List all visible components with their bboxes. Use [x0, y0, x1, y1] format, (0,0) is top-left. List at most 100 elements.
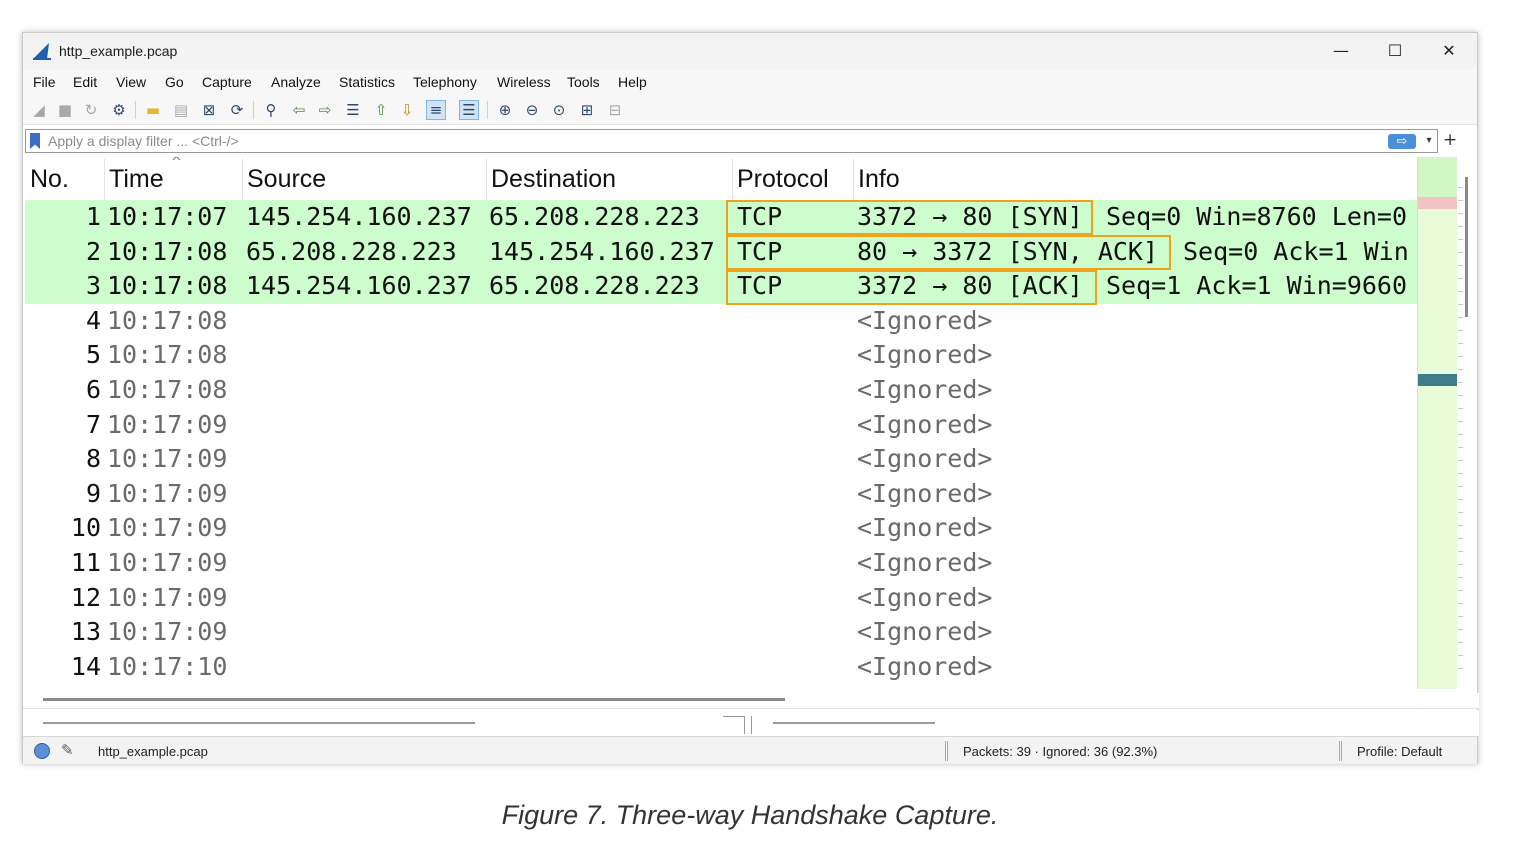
go-to-packet-icon[interactable]: ☰	[343, 100, 363, 120]
packet-row[interactable]: 4 10:17:08 <Ignored>	[25, 304, 1417, 339]
packet-time: 10:17:10	[107, 651, 228, 681]
shark-fin-start-icon[interactable]: ◢	[29, 100, 49, 120]
display-filter-input[interactable]	[48, 131, 1378, 151]
find-icon[interactable]: ⚲	[261, 100, 281, 120]
menu-capture[interactable]: Capture	[202, 74, 252, 90]
zoom-out-icon[interactable]: ⊖	[522, 100, 542, 120]
packet-info-flags: <Ignored>	[857, 375, 993, 404]
restart-icon[interactable]: ↻	[81, 100, 101, 120]
filter-dropdown-icon[interactable]: ▾	[1422, 131, 1436, 151]
autoscroll-icon[interactable]: ≡	[426, 100, 446, 120]
horizontal-scrollbar-thumb[interactable]	[43, 698, 785, 701]
packet-no: 13	[70, 617, 101, 647]
packet-info-details: Seq=1 Ack=1 Win=9660	[1106, 271, 1408, 301]
bytes-pane-divider[interactable]	[773, 722, 935, 724]
packet-time: 10:17:09	[107, 444, 228, 474]
menu-bar: File Edit View Go Capture Analyze Statis…	[23, 69, 1477, 95]
menu-edit[interactable]: Edit	[73, 74, 97, 90]
resize-columns-icon[interactable]: ⊞	[577, 100, 597, 120]
zoom-in-icon[interactable]: ⊕	[495, 100, 515, 120]
packet-row[interactable]: 11 10:17:09 <Ignored>	[25, 546, 1417, 581]
colorize-icon[interactable]: ☰	[459, 100, 479, 120]
first-packet-icon[interactable]: ⇧	[371, 100, 391, 120]
stop-icon[interactable]: ■	[55, 100, 75, 120]
menu-wireless[interactable]: Wireless	[497, 74, 551, 90]
packet-time: 10:17:09	[107, 548, 228, 577]
packet-no: 7	[85, 409, 101, 439]
back-arrow-icon[interactable]: ⇦	[289, 100, 309, 120]
packet-row[interactable]: 13 10:17:09 <Ignored>	[25, 615, 1417, 650]
column-header-protocol[interactable]: Protocol	[737, 165, 829, 194]
packet-no: 11	[70, 548, 101, 577]
apply-filter-icon[interactable]: ⇨	[1388, 134, 1416, 149]
pane-splitter[interactable]	[723, 716, 745, 734]
packet-row[interactable]: 9 10:17:09 <Ignored>	[25, 477, 1417, 512]
menu-telephony[interactable]: Telephony	[413, 74, 477, 90]
figure-caption: Figure 7. Three-way Handshake Capture.	[501, 800, 999, 830]
column-header-no[interactable]: No.	[30, 165, 69, 194]
packet-destination: 65.208.228.223	[489, 202, 700, 231]
packet-info-flags: 3372 → 80 [SYN]	[857, 202, 1083, 231]
vertical-scrollbar[interactable]	[1457, 157, 1477, 689]
packet-row[interactable]: 5 10:17:08 <Ignored>	[25, 338, 1417, 373]
layout-icon[interactable]: ⊟	[605, 100, 625, 120]
column-header-info[interactable]: Info	[858, 165, 900, 194]
close-file-icon[interactable]: ⊠	[199, 100, 219, 120]
packet-row[interactable]: 6 10:17:08 <Ignored>	[25, 373, 1417, 408]
vertical-scrollbar-thumb[interactable]	[1465, 177, 1468, 317]
save-icon[interactable]: ▤	[171, 100, 191, 120]
packet-row[interactable]: 2 10:17:08 65.208.228.223 145.254.160.237 TC…	[25, 234, 1417, 270]
menu-analyze[interactable]: Analyze	[271, 74, 321, 90]
details-pane-divider[interactable]	[43, 722, 475, 724]
column-header-source[interactable]: Source	[247, 165, 326, 194]
packet-row[interactable]: 10 10:17:09 <Ignored>	[25, 511, 1417, 546]
open-folder-icon[interactable]: ▬	[143, 100, 163, 120]
pane-splitter-right[interactable]	[751, 716, 773, 734]
last-packet-icon[interactable]: ⇩	[397, 100, 417, 120]
packet-destination: 65.208.228.223	[489, 271, 700, 301]
horizontal-scroll-area[interactable]	[23, 693, 1479, 709]
packet-row[interactable]: 7 10:17:09 <Ignored>	[25, 408, 1417, 443]
packet-time: 10:17:09	[107, 409, 228, 439]
packet-info-flags: <Ignored>	[857, 513, 993, 543]
status-profile[interactable]: Profile: Default	[1357, 744, 1442, 759]
capture-options-icon[interactable]: ⚙	[109, 100, 129, 120]
minimize-button[interactable]: —	[1326, 39, 1356, 63]
packet-no: 1	[85, 202, 101, 231]
menu-file[interactable]: File	[33, 74, 56, 90]
packet-protocol: TCP	[737, 271, 783, 301]
menu-view[interactable]: View	[116, 74, 146, 90]
bookmark-icon[interactable]	[30, 133, 40, 149]
column-header-time[interactable]: Time	[109, 165, 164, 194]
column-header-destination[interactable]: Destination	[491, 165, 616, 194]
packet-source: 65.208.228.223	[246, 236, 457, 266]
reload-icon[interactable]: ⟳	[227, 100, 247, 120]
menu-go[interactable]: Go	[165, 74, 184, 90]
packet-info-flags: 80 → 3372 [SYN, ACK]	[857, 236, 1159, 266]
add-filter-button-icon[interactable]: +	[1443, 130, 1457, 150]
zoom-reset-icon[interactable]: ⊙	[549, 100, 569, 120]
packet-no: 5	[85, 340, 101, 370]
title-bar[interactable]: http_example.pcap — ☐ ✕	[23, 33, 1477, 69]
maximize-button[interactable]: ☐	[1380, 39, 1410, 63]
packet-minimap[interactable]	[1417, 157, 1458, 689]
packet-time: 10:17:07	[107, 202, 228, 231]
packet-info-flags: 3372 → 80 [ACK]	[857, 271, 1083, 301]
edit-comment-icon[interactable]: ✎	[61, 741, 74, 759]
menu-help[interactable]: Help	[618, 74, 647, 90]
packet-time: 10:17:08	[107, 375, 228, 404]
packet-row[interactable]: 12 10:17:09 <Ignored>	[25, 581, 1417, 616]
menu-statistics[interactable]: Statistics	[339, 74, 395, 90]
packet-row[interactable]: 14 10:17:10 <Ignored>	[25, 650, 1417, 685]
forward-arrow-icon[interactable]: ⇨	[315, 100, 335, 120]
packet-row[interactable]: 3 10:17:08 145.254.160.237 65.208.228.223 TC…	[25, 269, 1417, 305]
packet-source: 145.254.160.237	[246, 202, 472, 231]
minimap-current-position	[1418, 374, 1458, 386]
window-title: http_example.pcap	[59, 43, 178, 59]
packet-row[interactable]: 1 10:17:07 145.254.160.237 65.208.228.223 TC…	[25, 200, 1417, 235]
menu-tools[interactable]: Tools	[567, 74, 600, 90]
close-button[interactable]: ✕	[1434, 39, 1464, 63]
packet-list[interactable]: ^ No. Time Source Destination Protocol I…	[25, 157, 1417, 689]
expert-info-icon[interactable]	[34, 743, 50, 759]
packet-row[interactable]: 8 10:17:09 <Ignored>	[25, 442, 1417, 477]
